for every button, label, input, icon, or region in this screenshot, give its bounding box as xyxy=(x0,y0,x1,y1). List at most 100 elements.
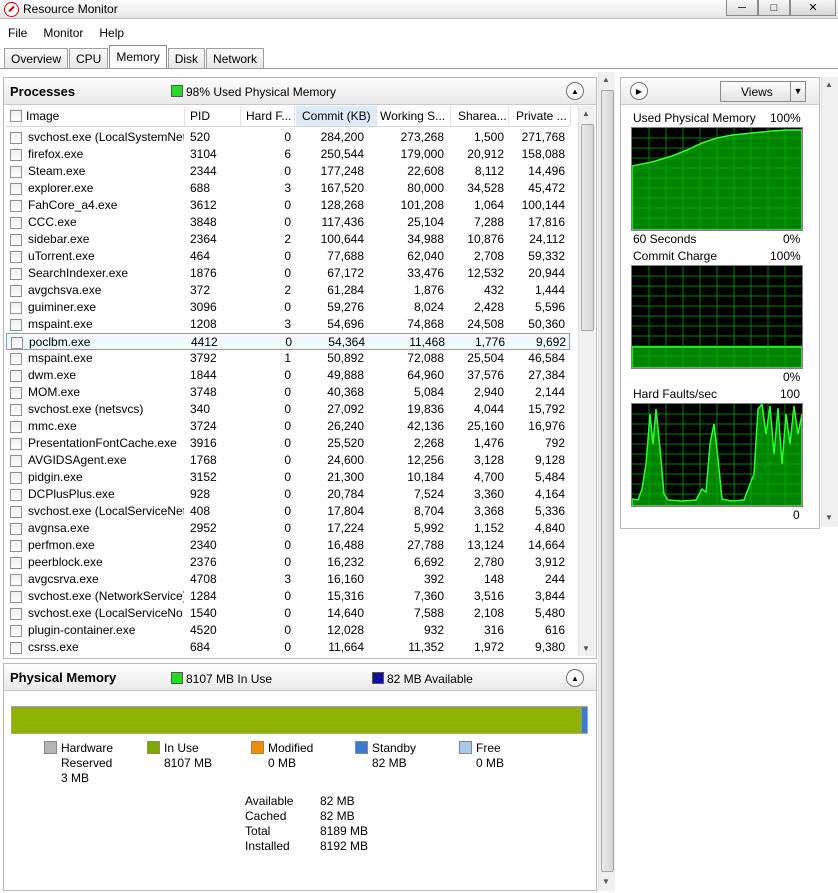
menu-help[interactable]: Help xyxy=(91,24,132,42)
row-checkbox[interactable] xyxy=(10,166,22,178)
row-checkbox[interactable] xyxy=(10,234,22,246)
graphs-scroll-down-icon[interactable]: ▼ xyxy=(825,513,833,522)
row-checkbox[interactable] xyxy=(10,642,22,654)
tab-overview[interactable]: Overview xyxy=(4,48,69,68)
scroll-down-arrow-icon[interactable]: ▼ xyxy=(582,644,590,653)
table-row[interactable]: svchost.exe (NetworkService) 1284 0 15,316 7… xyxy=(6,588,570,605)
row-checkbox[interactable] xyxy=(10,251,22,263)
graphs-scroll-up-icon[interactable]: ▲ xyxy=(825,80,833,89)
views-button[interactable]: Views ▼ xyxy=(720,81,806,102)
graphs-scrollbar[interactable]: ▲ ▼ xyxy=(821,77,838,527)
main-scroll-thumb[interactable] xyxy=(601,90,614,872)
row-checkbox[interactable] xyxy=(10,557,22,569)
row-checkbox[interactable] xyxy=(10,438,22,450)
table-row[interactable]: csrss.exe 684 0 11,664 11,352 1,972 9,380 xyxy=(6,639,570,656)
table-row[interactable]: SearchIndexer.exe 1876 0 67,172 33,476 12,532… xyxy=(6,265,570,282)
table-row[interactable]: plugin-container.exe 4520 0 12,028 932 316 616 xyxy=(6,622,570,639)
select-all-checkbox[interactable] xyxy=(10,110,22,122)
tab-memory[interactable]: Memory xyxy=(109,45,167,68)
row-checkbox[interactable] xyxy=(10,132,22,144)
table-row[interactable]: pidgin.exe 3152 0 21,300 10,184 4,700 5,484 xyxy=(6,469,570,486)
tab-cpu[interactable]: CPU xyxy=(69,48,109,68)
table-row[interactable]: peerblock.exe 2376 0 16,232 6,692 2,780 3,912 xyxy=(6,554,570,571)
row-checkbox[interactable] xyxy=(10,319,22,331)
table-row[interactable]: avgchsva.exe 372 2 61,284 1,876 432 1,444 xyxy=(6,282,570,299)
table-row[interactable]: mspaint.exe 1208 3 54,696 74,868 24,508 50,360 xyxy=(6,316,570,333)
column-hard-faults[interactable]: Hard F... xyxy=(246,106,295,126)
maximize-button[interactable]: □ xyxy=(758,0,790,16)
row-checkbox[interactable] xyxy=(10,591,22,603)
expand-graphs-button[interactable]: ▶ xyxy=(630,82,648,100)
menu-monitor[interactable]: Monitor xyxy=(35,24,91,42)
table-row[interactable]: guiminer.exe 3096 0 59,276 8,024 2,428 5,596 xyxy=(6,299,570,316)
row-checkbox[interactable] xyxy=(10,540,22,552)
row-checkbox[interactable] xyxy=(10,574,22,586)
processes-scroll-thumb[interactable] xyxy=(581,124,594,331)
table-row[interactable]: avgnsa.exe 2952 0 17,224 5,992 1,152 4,840 xyxy=(6,520,570,537)
table-row[interactable]: svchost.exe (LocalServiceNet... 408 0 17,80… xyxy=(6,503,570,520)
row-checkbox[interactable] xyxy=(10,421,22,433)
row-checkbox[interactable] xyxy=(10,523,22,535)
row-checkbox[interactable] xyxy=(10,353,22,365)
table-row[interactable]: explorer.exe 688 3 167,520 80,000 34,528 45,47… xyxy=(6,180,570,197)
table-row[interactable]: uTorrent.exe 464 0 77,688 62,040 2,708 59,332 xyxy=(6,248,570,265)
row-checkbox[interactable] xyxy=(10,455,22,467)
column-pid[interactable]: PID xyxy=(190,106,241,126)
table-row[interactable]: sidebar.exe 2364 2 100,644 34,988 10,876 24,11… xyxy=(6,231,570,248)
row-checkbox[interactable] xyxy=(10,183,22,195)
tab-disk[interactable]: Disk xyxy=(167,48,206,68)
cell-working-set: 80,000 xyxy=(407,181,444,195)
menu-file[interactable]: File xyxy=(0,24,35,42)
table-row[interactable]: svchost.exe (LocalSystemNet... 520 0 284,20… xyxy=(6,129,570,146)
table-row[interactable]: mspaint.exe 3792 1 50,892 72,088 25,504 46,584 xyxy=(6,350,570,367)
main-scrollbar[interactable]: ▲ ▼ xyxy=(598,72,615,891)
tab-network[interactable]: Network xyxy=(206,48,265,68)
table-row[interactable]: MOM.exe 3748 0 40,368 5,084 2,940 2,144 xyxy=(6,384,570,401)
column-shareable[interactable]: Sharea... xyxy=(458,106,509,126)
minimize-button[interactable]: ─ xyxy=(726,0,758,16)
table-row[interactable]: FahCore_a4.exe 3612 0 128,268 101,208 1,064 10… xyxy=(6,197,570,214)
row-checkbox[interactable] xyxy=(10,302,22,314)
row-checkbox[interactable] xyxy=(10,404,22,416)
table-row[interactable]: poclbm.exe 4412 0 54,364 11,468 1,776 9,692 xyxy=(6,333,570,350)
table-row[interactable]: AVGIDSAgent.exe 1768 0 24,600 12,256 3,128 9,1… xyxy=(6,452,570,469)
row-checkbox[interactable] xyxy=(10,489,22,501)
table-row[interactable]: svchost.exe (LocalServiceNo... 1540 0 14,64… xyxy=(6,605,570,622)
row-checkbox[interactable] xyxy=(10,506,22,518)
row-checkbox[interactable] xyxy=(10,625,22,637)
row-checkbox[interactable] xyxy=(11,337,23,349)
row-checkbox[interactable] xyxy=(10,268,22,280)
column-commit[interactable]: Commit (KB) xyxy=(296,106,377,126)
collapse-processes-button[interactable]: ▲ xyxy=(566,82,584,100)
column-image[interactable]: Image xyxy=(26,106,185,126)
row-checkbox[interactable] xyxy=(10,285,22,297)
collapse-physical-memory-button[interactable]: ▲ xyxy=(566,669,584,687)
row-checkbox[interactable] xyxy=(10,217,22,229)
column-working-set[interactable]: Working S... xyxy=(380,106,451,126)
close-button[interactable]: ✕ xyxy=(790,0,836,16)
table-row[interactable]: svchost.exe (netsvcs) 340 0 27,092 19,836 4,0… xyxy=(6,401,570,418)
main-scroll-down-icon[interactable]: ▼ xyxy=(602,877,610,886)
table-row[interactable]: CCC.exe 3848 0 117,436 25,104 7,288 17,816 xyxy=(6,214,570,231)
scroll-up-arrow-icon[interactable]: ▲ xyxy=(582,109,590,118)
cell-working-set: 22,608 xyxy=(407,164,444,178)
main-scroll-up-icon[interactable]: ▲ xyxy=(602,75,610,84)
table-row[interactable]: firefox.exe 3104 6 250,544 179,000 20,912 158,… xyxy=(6,146,570,163)
processes-header[interactable]: Processes 98% Used Physical Memory ▲ xyxy=(4,78,596,105)
table-row[interactable]: mmc.exe 3724 0 26,240 42,136 25,160 16,976 xyxy=(6,418,570,435)
row-checkbox[interactable] xyxy=(10,472,22,484)
row-checkbox[interactable] xyxy=(10,387,22,399)
table-row[interactable]: Steam.exe 2344 0 177,248 22,608 8,112 14,496 xyxy=(6,163,570,180)
table-row[interactable]: perfmon.exe 2340 0 16,488 27,788 13,124 14,664 xyxy=(6,537,570,554)
physical-memory-header[interactable]: Physical Memory 8107 MB In Use 82 MB Ava… xyxy=(4,664,596,691)
column-private[interactable]: Private ... xyxy=(516,106,571,126)
table-row[interactable]: PresentationFontCache.exe 3916 0 25,520 2,26… xyxy=(6,435,570,452)
row-checkbox[interactable] xyxy=(10,200,22,212)
row-checkbox[interactable] xyxy=(10,370,22,382)
table-row[interactable]: dwm.exe 1844 0 49,888 64,960 37,576 27,384 xyxy=(6,367,570,384)
processes-scrollbar[interactable]: ▲ ▼ xyxy=(578,106,595,656)
table-row[interactable]: DCPlusPlus.exe 928 0 20,784 7,524 3,360 4,164 xyxy=(6,486,570,503)
table-row[interactable]: avgcsrva.exe 4708 3 16,160 392 148 244 xyxy=(6,571,570,588)
row-checkbox[interactable] xyxy=(10,608,22,620)
row-checkbox[interactable] xyxy=(10,149,22,161)
